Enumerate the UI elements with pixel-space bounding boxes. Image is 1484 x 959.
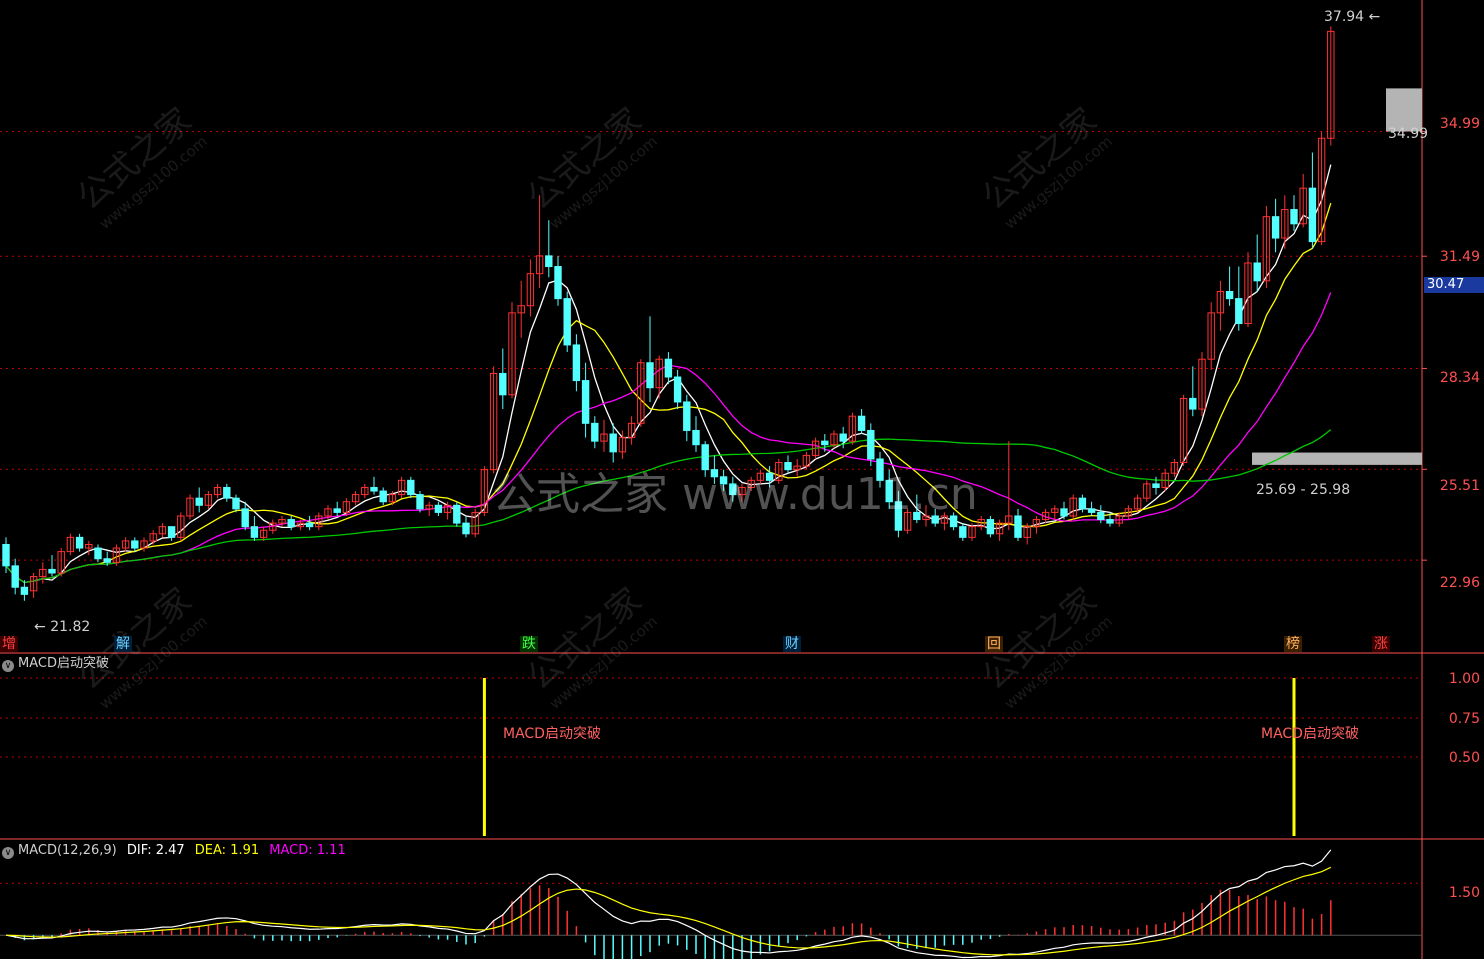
price-tick: 28.34 [1439, 370, 1480, 386]
candle-body [646, 362, 654, 389]
signal-tick: 1.00 [1448, 671, 1480, 687]
collapse-icon[interactable]: ∨ [2, 847, 14, 859]
candle-body [1106, 519, 1114, 524]
box-upper-label: 34.99 [1388, 126, 1429, 142]
candle-body [664, 358, 673, 378]
price-tick: 31.49 [1439, 249, 1480, 265]
dea-value: DEA: 1.91 [194, 843, 260, 858]
collapse-icon[interactable]: ∨ [2, 660, 14, 672]
candle-body [1087, 508, 1096, 513]
candle-body [1235, 298, 1243, 325]
signal-panel-title[interactable]: ∨ MACD启动突破 [2, 656, 109, 672]
candle-body [554, 266, 562, 300]
event-tag-hui[interactable]: 回 [985, 636, 1003, 652]
candle-body [434, 504, 443, 513]
candle-body [2, 543, 10, 567]
candle-body [131, 540, 139, 549]
candle-body [1097, 511, 1105, 521]
candle-body [1078, 497, 1087, 510]
candle-body [1189, 397, 1197, 410]
box-lower-label: 25.69 - 25.98 [1256, 482, 1351, 498]
signal-bar [1292, 678, 1296, 836]
price-tick: 22.96 [1439, 575, 1480, 591]
candle-body [1225, 290, 1234, 300]
event-tag-zeng[interactable]: 增 [0, 636, 18, 652]
candle-body [250, 526, 259, 538]
candle-body [499, 372, 507, 396]
candle-body [591, 422, 599, 442]
macd-value: MACD: 1.11 [269, 843, 346, 858]
candle-body [333, 508, 341, 513]
macd-tick: 1.50 [1448, 885, 1480, 901]
candle-body [453, 504, 461, 524]
candle-body [572, 344, 581, 382]
candle-body [839, 433, 847, 442]
candle-body [609, 433, 617, 453]
ma10-line [5, 202, 1332, 584]
candle-body [1152, 483, 1160, 488]
candle-body [581, 380, 590, 424]
high-annotation: 37.94 ← [1324, 9, 1381, 25]
candle-body [232, 497, 240, 510]
signal-label: MACD启动突破 [1261, 726, 1359, 742]
candle-body [1060, 508, 1068, 517]
dif-value: DIF: 2.47 [126, 843, 185, 858]
watermark-main: 公式之家 www.du11.cn [492, 469, 978, 520]
candle-body [407, 479, 415, 496]
event-tag-bang[interactable]: 榜 [1284, 636, 1302, 652]
event-tag-die[interactable]: 跌 [520, 636, 538, 652]
candle-body [867, 429, 875, 460]
signal-label: MACD启动突破 [503, 726, 601, 742]
candle-body [103, 558, 111, 563]
candle-body [462, 522, 470, 535]
low-annotation: ← 21.82 [34, 619, 91, 635]
candle-body [48, 568, 56, 574]
candle-body [1271, 216, 1280, 239]
candle-body [379, 490, 387, 503]
candle-body [821, 440, 829, 446]
candle-body [1014, 515, 1022, 538]
macd-panel-title[interactable]: ∨ MACD(12,26,9) DIF: 2.47 DEA: 1.91 MACD:… [2, 843, 346, 859]
signal-tick: 0.50 [1448, 750, 1480, 766]
candle-body [223, 486, 231, 499]
candle-body [545, 255, 553, 268]
candle-body [857, 415, 866, 431]
candle-body [1290, 209, 1298, 225]
candle-body [959, 526, 967, 538]
candle-body [167, 526, 176, 538]
event-tag-zhang[interactable]: 涨 [1372, 636, 1390, 652]
signal-bar [482, 678, 486, 836]
candle-body [195, 497, 203, 506]
candle-body [563, 298, 571, 346]
signal-tick: 0.75 [1448, 711, 1480, 727]
candle-body [1308, 187, 1317, 243]
candle-body [20, 586, 29, 595]
candle-body [305, 522, 314, 528]
event-tag-cai[interactable]: 财 [783, 636, 801, 652]
candle-body [370, 486, 378, 492]
candle-body [11, 565, 19, 588]
candle-body [683, 401, 691, 431]
event-tag-jie[interactable]: 解 [114, 636, 132, 652]
candle-body [287, 519, 295, 528]
candle-body [986, 519, 995, 535]
candle-body [94, 547, 102, 560]
candle-body [1253, 262, 1261, 282]
current-price-badge: 30.47 [1424, 277, 1484, 293]
price-tick: 34.99 [1439, 116, 1480, 132]
candle-body [416, 494, 424, 510]
candle-body [692, 429, 700, 446]
candle-body [241, 508, 249, 528]
ma20-line [5, 292, 1332, 584]
candle-body [75, 536, 84, 549]
candle-body [673, 376, 682, 403]
price-tick: 25.51 [1439, 478, 1480, 494]
